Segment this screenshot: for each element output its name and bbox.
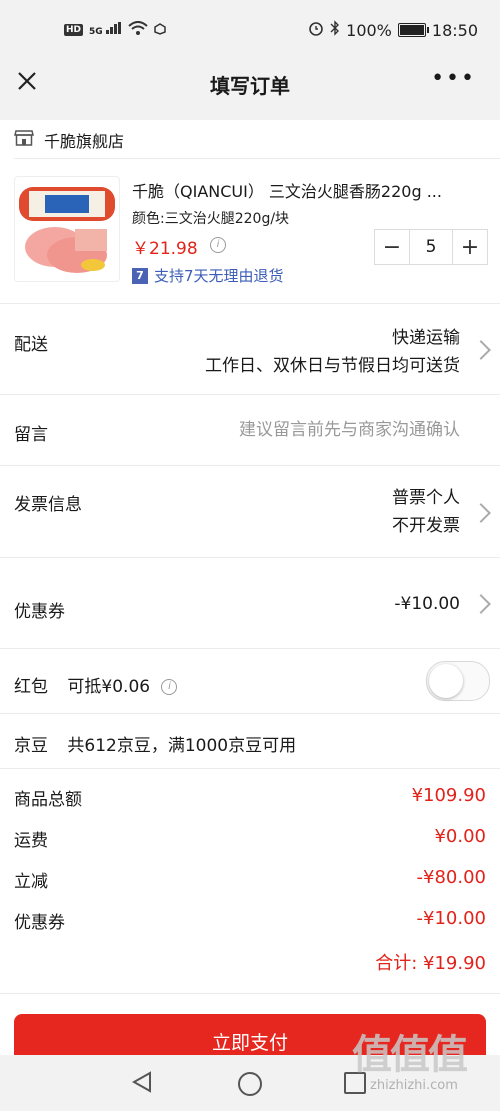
price-info-icon[interactable]: i	[210, 237, 226, 253]
signal-label: 5G	[89, 27, 103, 37]
status-right: 100% 18:50	[308, 20, 478, 40]
divider	[0, 394, 500, 395]
signal-icon: 5G	[89, 22, 122, 37]
top-nav-bar: 填写订单 •••	[0, 60, 500, 105]
vpn-icon	[154, 20, 166, 39]
watermark-logo: 值值值	[352, 1032, 468, 1078]
store-icon	[14, 129, 34, 151]
store-name: 千脆旗舰店	[44, 132, 125, 151]
toggle-knob	[429, 664, 463, 698]
delivery-label: 配送	[14, 335, 48, 355]
return-policy: 7 支持7天无理由退货	[132, 265, 284, 286]
summary-label-shipping: 运费	[14, 831, 48, 851]
red-packet-info-icon[interactable]: i	[161, 679, 178, 695]
header-gap	[0, 105, 500, 120]
delivery-schedule: 工作日、双休日与节假日均可送货	[205, 356, 460, 376]
page-title: 填写订单	[210, 74, 290, 98]
quantity-stepper: − 5 +	[374, 229, 488, 265]
wifi-icon	[128, 20, 148, 39]
chevron-right-icon	[471, 594, 491, 614]
summary-label-goods: 商品总额	[14, 790, 82, 810]
red-packet-toggle[interactable]	[426, 661, 490, 701]
battery-icon	[397, 23, 429, 37]
product-image[interactable]	[14, 176, 120, 282]
divider	[0, 557, 500, 558]
invoice-status: 不开发票	[392, 516, 460, 536]
product-spec: 颜色:三文治火腿220g/块	[132, 211, 290, 227]
alarm-icon	[308, 20, 324, 40]
message-input[interactable]: 建议留言前先与商家沟通确认	[239, 416, 460, 444]
clock-time: 18:50	[431, 20, 478, 40]
product-card: 千脆（QIANCUI） 三文治火腿香肠220g ... 颜色:三文治火腿220g…	[14, 176, 500, 296]
divider	[0, 303, 500, 304]
red-packet-label: 红包 可抵¥0.06 i	[14, 672, 178, 697]
summary-value-goods: ¥109.90	[411, 785, 486, 806]
jingdou-row: 京豆 共612京豆，满1000京豆可用	[14, 731, 296, 756]
more-icon[interactable]: •••	[431, 68, 476, 90]
summary-value-shipping: ¥0.00	[434, 826, 486, 847]
product-price: ￥21.98	[132, 239, 198, 259]
summary-label-discount: 立减	[14, 872, 48, 892]
hd-badge: HD	[64, 23, 84, 36]
delivery-method: 快递运输	[392, 328, 460, 348]
quantity-minus-button[interactable]: −	[375, 230, 409, 264]
summary-label-coupon: 优惠券	[14, 913, 65, 933]
invoice-type: 普票个人	[392, 488, 460, 508]
home-icon[interactable]	[238, 1072, 262, 1096]
message-label: 留言	[14, 425, 48, 445]
summary-total: 合计: ¥19.90	[375, 953, 486, 974]
store-row[interactable]: 千脆旗舰店	[14, 128, 124, 152]
bluetooth-icon	[330, 20, 340, 40]
coupon-label: 优惠券	[14, 602, 65, 622]
divider	[0, 648, 500, 649]
chevron-right-icon	[471, 503, 491, 523]
jingdou-label: 京豆	[14, 736, 48, 756]
watermark: 值值值 zhizhizhi.com	[352, 1022, 492, 1108]
coupon-value: -¥10.00	[394, 594, 460, 614]
battery-fill	[399, 25, 424, 35]
status-bar: HD 5G 100% 18:50	[0, 0, 500, 60]
chevron-right-icon	[471, 340, 491, 360]
divider	[14, 158, 500, 159]
invoice-label: 发票信息	[14, 495, 82, 515]
quantity-value[interactable]: 5	[409, 230, 453, 264]
red-packet-deductible: 可抵¥0.06	[67, 677, 151, 697]
summary-value-coupon: -¥10.00	[416, 908, 486, 929]
watermark-url: zhizhizhi.com	[370, 1078, 458, 1093]
battery-percent: 100%	[346, 20, 392, 40]
divider	[0, 465, 500, 466]
red-packet-title: 红包	[14, 677, 48, 697]
return-policy-text: 支持7天无理由退货	[154, 267, 284, 285]
invoice-info: 普票个人 不开发票	[392, 484, 460, 540]
quantity-plus-button[interactable]: +	[453, 230, 487, 264]
divider	[0, 768, 500, 769]
return-badge-icon: 7	[132, 267, 148, 284]
delivery-info: 快递运输 工作日、双休日与节假日均可送货	[205, 324, 460, 380]
jingdou-text: 共612京豆，满1000京豆可用	[67, 736, 297, 756]
product-title[interactable]: 千脆（QIANCUI） 三文治火腿香肠220g ...	[132, 178, 492, 202]
summary-value-discount: -¥80.00	[416, 867, 486, 888]
divider	[0, 993, 500, 994]
divider	[0, 713, 500, 714]
back-icon[interactable]	[131, 1071, 152, 1097]
status-left: HD 5G	[64, 20, 166, 39]
